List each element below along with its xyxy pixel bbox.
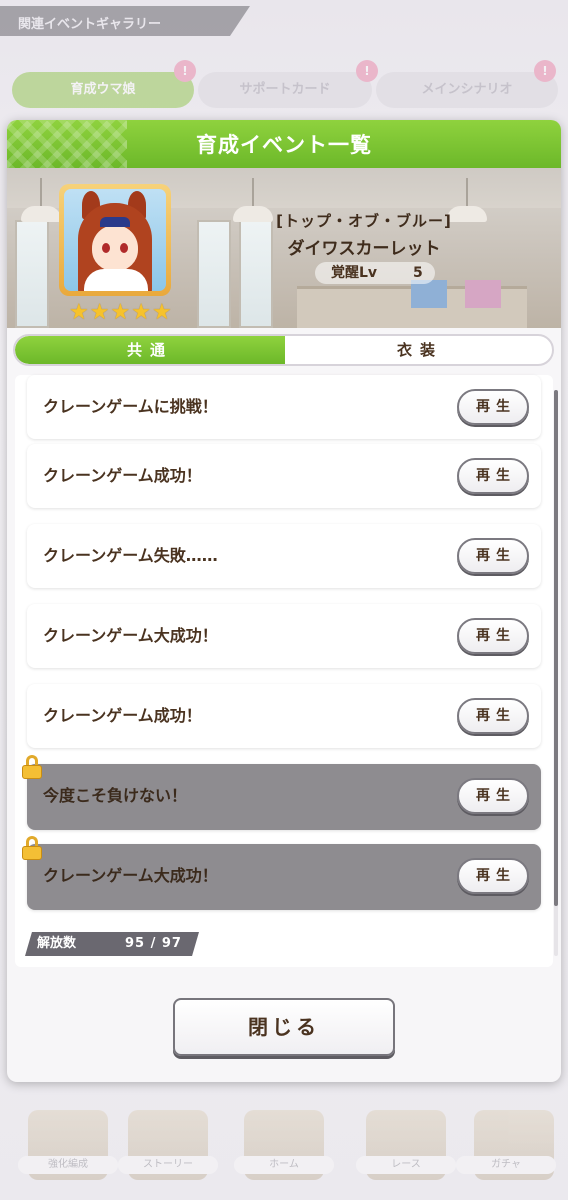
notification-badge: ! (174, 60, 196, 82)
event-list[interactable]: クレーンゲームに挑戦！ 再生 クレーンゲーム成功！ 再生 クレーンゲーム失敗……… (15, 375, 558, 967)
training-event-dialog: 育成イベント一覧 ★ ★ ★ ★ ★ [トップ・オブ・ブルー] ダイワスカーレッ… (7, 120, 561, 1082)
banner-window (197, 220, 231, 328)
ceiling-lamp (21, 178, 61, 222)
bg-tab-training-horse: 育成ウマ娘 (12, 72, 194, 108)
lock-icon (21, 755, 43, 779)
character-eye (120, 243, 128, 253)
menu-item-label: 強化編成 (18, 1156, 118, 1174)
background-bottom-menu: 強化編成 ストーリー ホーム レース ガチャ (0, 1090, 568, 1200)
bg-tab-label: メインシナリオ (421, 82, 513, 97)
event-row: クレーンゲーム成功！ 再生 (27, 684, 541, 748)
event-title: クレーンゲーム大成功！ (43, 626, 218, 645)
event-row: クレーンゲーム成功！ 再生 (27, 444, 541, 508)
event-title: クレーンゲーム成功！ (43, 466, 202, 485)
unlock-count-label: 解放数 (37, 936, 77, 951)
event-title: クレーンゲーム大成功！ (43, 866, 218, 885)
event-category-tabs: 共通 衣装 (13, 334, 554, 366)
menu-item-label: ガチャ (456, 1156, 556, 1174)
bg-tab-main-scenario: メインシナリオ (376, 72, 558, 108)
notification-badge: ! (534, 60, 556, 82)
event-row: クレーンゲーム大成功！ 再生 (27, 604, 541, 668)
star-icon: ★ (131, 300, 151, 325)
event-row: クレーンゲームに挑戦！ 再生 (27, 375, 541, 439)
dialog-title: 育成イベント一覧 (196, 133, 372, 157)
star-icon: ★ (89, 300, 110, 325)
awaken-level-label: 覚醒Lv (331, 265, 378, 281)
event-row-locked: クレーンゲーム大成功！ 再生 (27, 844, 541, 910)
play-button[interactable]: 再生 (457, 618, 529, 654)
bg-tab-label: 育成ウマ娘 (70, 82, 136, 97)
menu-item-label: ストーリー (118, 1156, 218, 1174)
menu-item-label: レース (356, 1156, 456, 1174)
card-title: [トップ・オブ・ブルー] (276, 212, 452, 230)
title-pattern-decoration (7, 120, 127, 168)
bg-tab-label: サポートカード (239, 82, 331, 97)
play-button[interactable]: 再生 (457, 778, 529, 814)
play-button[interactable]: 再生 (457, 858, 529, 894)
banner-poster (465, 280, 501, 308)
background-tab-bar: 育成ウマ娘 ! サポートカード ! メインシナリオ ! (12, 60, 558, 108)
character-name: ダイワスカーレット (287, 239, 441, 259)
play-button[interactable]: 再生 (457, 538, 529, 574)
ceiling-lamp (233, 178, 273, 222)
tab-common[interactable]: 共通 (15, 336, 285, 364)
list-scrollbar[interactable] (554, 390, 558, 956)
tab-costume[interactable]: 衣装 (285, 336, 552, 364)
event-title: クレーンゲームに挑戦！ (43, 397, 218, 416)
portrait-image (64, 189, 166, 291)
character-eye (102, 243, 110, 253)
event-title: クレーンゲーム失敗…… (43, 546, 218, 565)
event-title: クレーンゲーム成功！ (43, 706, 202, 725)
dialog-title-bar: 育成イベント一覧 (7, 120, 561, 168)
event-row: クレーンゲーム失敗…… 再生 (27, 524, 541, 588)
play-button[interactable]: 再生 (457, 389, 529, 425)
tiara (100, 217, 130, 227)
unlock-count-value: 95 / 97 (125, 936, 182, 951)
unlock-count-badge: 解放数 95 / 97 (25, 932, 199, 956)
close-button[interactable]: 閉じる (173, 998, 395, 1056)
gallery-header-title: 関連イベントギャラリー (0, 6, 250, 36)
character-face (92, 225, 138, 271)
star-icon: ★ (151, 300, 172, 325)
awaken-level-value: 5 (413, 265, 423, 281)
menu-item-label: ホーム (234, 1156, 334, 1174)
star-icon: ★ (69, 300, 89, 325)
character-banner: ★ ★ ★ ★ ★ [トップ・オブ・ブルー] ダイワスカーレット 覚醒Lv 5 (7, 168, 561, 328)
character-portrait: ★ ★ ★ ★ ★ (59, 184, 172, 324)
play-button[interactable]: 再生 (457, 458, 529, 494)
awaken-level: 覚醒Lv 5 (315, 262, 435, 284)
lock-icon (21, 836, 43, 860)
event-title: 今度こそ負けない！ (43, 786, 188, 805)
scrollbar-thumb[interactable] (554, 390, 558, 906)
star-icon: ★ (110, 300, 131, 325)
play-button[interactable]: 再生 (457, 698, 529, 734)
character-outfit (84, 269, 148, 291)
event-row-locked: 今度こそ負けない！ 再生 (27, 764, 541, 830)
banner-window (15, 220, 49, 328)
rarity-stars: ★ ★ ★ ★ ★ (69, 302, 172, 324)
banner-poster (411, 280, 447, 308)
bg-tab-support-card: サポートカード (198, 72, 372, 108)
banner-window (239, 220, 273, 328)
notification-badge: ! (356, 60, 378, 82)
